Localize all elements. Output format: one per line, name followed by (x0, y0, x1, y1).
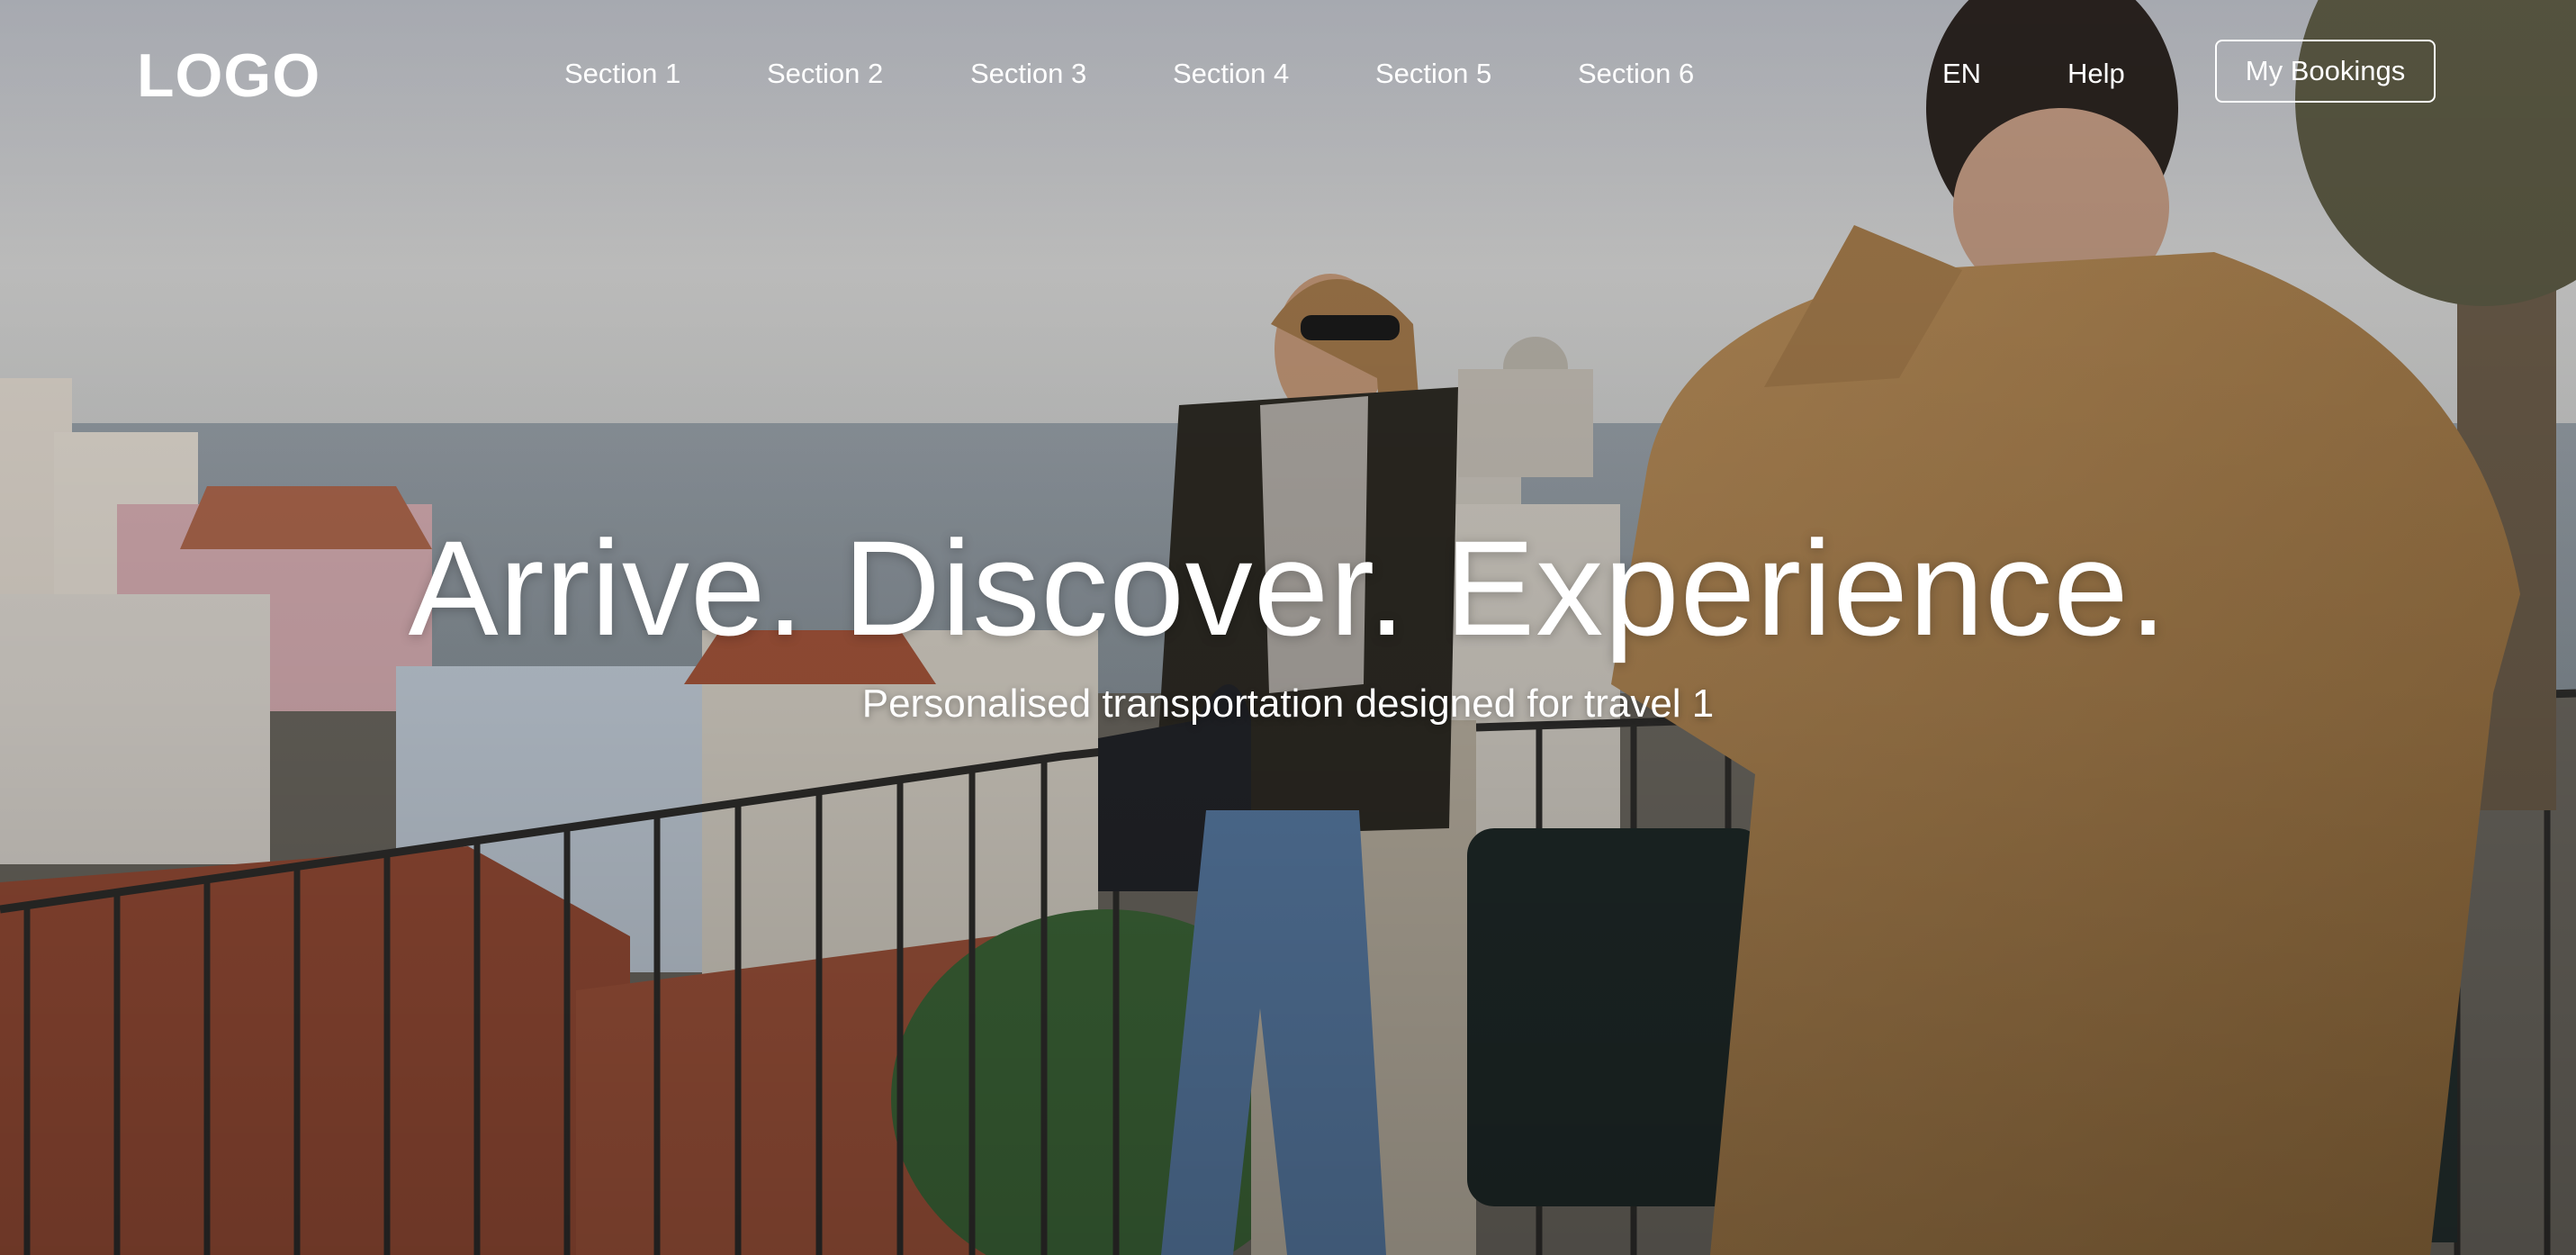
hero-headline: Arrive. Discover. Experience. (408, 512, 2168, 664)
hero-section: LOGO Section 1 Section 2 Section 3 Secti… (0, 0, 2576, 1255)
hero-subheadline: Personalised transportation designed for… (861, 682, 1715, 726)
nav-section-3[interactable]: Section 3 (970, 56, 1086, 92)
nav-section-4[interactable]: Section 4 (1173, 56, 1289, 92)
nav-section-1[interactable]: Section 1 (564, 56, 680, 92)
help-link[interactable]: Help (2067, 56, 2125, 92)
language-selector[interactable]: EN (1942, 56, 1981, 92)
logo[interactable]: LOGO (137, 40, 320, 112)
nav-section-2[interactable]: Section 2 (767, 56, 883, 92)
nav-section-6[interactable]: Section 6 (1578, 56, 1694, 92)
nav-section-5[interactable]: Section 5 (1375, 56, 1491, 92)
my-bookings-button[interactable]: My Bookings (2215, 40, 2436, 103)
top-navigation-bar: LOGO Section 1 Section 2 Section 3 Secti… (0, 0, 2576, 149)
